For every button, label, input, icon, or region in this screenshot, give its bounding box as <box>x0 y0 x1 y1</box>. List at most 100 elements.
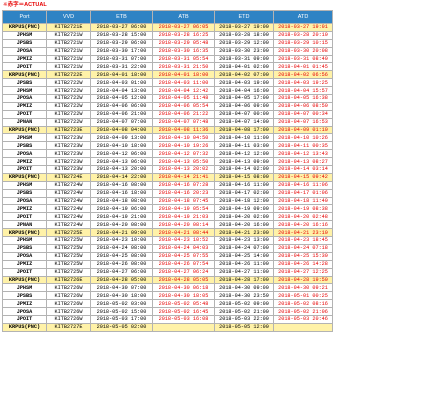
cell-atb: 2018-03-29 05:48 <box>152 38 215 48</box>
cell-etd: 2018-04-13 09:00 <box>214 157 274 167</box>
cell-etd: 2018-04-03 19:00 <box>214 78 274 88</box>
cell-vvd: KITB2722W <box>46 109 91 119</box>
cell-vvd: KITB2724W <box>46 180 91 190</box>
header-vvd: VVD <box>46 10 91 24</box>
cell-etb: 2018-04-23 10:00 <box>90 236 153 245</box>
cell-atd: 2018-04-14 03:14 <box>273 165 333 174</box>
table-row: JPNAN KITB2724W 2018-04-20 08:00 2018-04-20… <box>2 220 333 230</box>
cell-atb: 2018-04-13 05:50 <box>152 157 215 167</box>
cell-vvd: KITB2724W <box>46 196 91 206</box>
cell-vvd: KITB2726W <box>46 314 91 324</box>
cell-port: JPHSM <box>2 86 47 96</box>
table-row: JPOIT KITB2722W 2018-04-06 21:00 2018-04-06… <box>2 109 333 119</box>
cell-vvd: KITB2723W <box>46 165 91 174</box>
cell-port: JPOIT <box>2 165 47 174</box>
cell-atd: 2018-04-28 19:50 <box>273 275 333 285</box>
cell-etb: 2018-04-18 08:00 <box>90 196 153 206</box>
cell-atd: 2018-04-16 11:06 <box>273 180 333 190</box>
cell-port: KRPUS(PNC) <box>2 70 47 80</box>
cell-port: JPSBS <box>2 243 47 253</box>
cell-port: JPSBS <box>2 141 47 151</box>
cell-port: JPHSM <box>2 283 47 293</box>
cell-atb: 2018-04-10 19:26 <box>152 141 215 151</box>
cell-atb: 2018-04-19 05:54 <box>152 204 215 214</box>
table-row: JPOIT KITB2725W 2018-04-27 06:00 2018-04-27… <box>2 267 333 277</box>
cell-atd: 2018-05-02 08:16 <box>273 299 333 309</box>
cell-etd: 2018-04-14 02:00 <box>214 165 274 174</box>
table-row: JPOIT KITB2726W 2018-05-03 17:00 2018-05-03… <box>2 314 333 324</box>
cell-vvd: KITB2722E <box>46 70 91 80</box>
cell-vvd: KITB2726W <box>46 299 91 309</box>
cell-atb: 2018-04-08 11:36 <box>152 125 215 135</box>
table-row: JPHSM KITB2724W 2018-04-16 08:00 2018-04-16… <box>2 180 333 190</box>
cell-etd: 2018-03-27 19:00 <box>214 23 274 32</box>
cell-vvd: KITB2722W <box>46 86 91 96</box>
cell-vvd: KITB2721E <box>46 23 91 32</box>
cell-port: JPSBS <box>2 38 47 48</box>
cell-atb: 2018-04-16 20:23 <box>152 188 215 198</box>
cell-etd: 2018-05-05 12:00 <box>214 322 274 332</box>
cell-vvd: KITB2723W <box>46 149 91 159</box>
cell-etd: 2018-05-03 22:00 <box>214 314 274 324</box>
header-etd: ETD <box>214 10 274 24</box>
cell-vvd: KITB2726W <box>46 307 91 316</box>
cell-atb: 2018-04-07 07:48 <box>152 117 215 127</box>
table-row: JPMIZ KITB2726W 2018-05-02 03:00 2018-05-02… <box>2 299 333 309</box>
cell-atd: 2018-05-03 20:46 <box>273 314 333 324</box>
header-atd: ATD <box>273 10 333 24</box>
cell-atb: 2018-04-30 06:18 <box>152 283 215 293</box>
cell-port: JPMIZ <box>2 259 47 269</box>
cell-etb: 2018-04-27 06:00 <box>90 267 153 277</box>
cell-port: JPOIT <box>2 62 47 72</box>
cell-port: JPNAN <box>2 220 47 230</box>
cell-etb: 2018-04-16 18:00 <box>90 188 153 198</box>
cell-port: JPOIT <box>2 314 47 324</box>
table-row: KRPUS(PNC) KITB2723E 2018-04-08 04:00 2018-… <box>2 125 333 135</box>
legend-note: ※赤字＝ACTUAL <box>3 1 47 9</box>
cell-atb: 2018-04-19 21:03 <box>152 212 215 222</box>
cell-atb: 2018-04-24 04:03 <box>152 243 215 253</box>
cell-etb: 2018-05-05 02:00 <box>90 322 153 332</box>
cell-etb: 2018-04-08 04:00 <box>90 125 153 135</box>
cell-etd: 2018-05-02 21:00 <box>214 307 274 316</box>
cell-atd: 2018-04-04 15:57 <box>273 86 333 96</box>
cell-atb: 2018-04-01 18:00 <box>152 70 215 80</box>
cell-etb: 2018-03-31 07:00 <box>90 54 153 64</box>
cell-port: JPMIZ <box>2 157 47 167</box>
cell-atd: 2018-04-07 16:53 <box>273 117 333 127</box>
cell-etb: 2018-04-24 08:00 <box>90 243 153 253</box>
cell-atd: 2018-03-31 08:40 <box>273 54 333 64</box>
cell-port: JPHSM <box>2 30 47 40</box>
cell-etb: 2018-04-26 08:00 <box>90 259 153 269</box>
table-row: JPSBS KITB2724W 2018-04-16 18:00 2018-04-16… <box>2 188 333 198</box>
cell-port: JPHSM <box>2 180 47 190</box>
cell-atd: 2018-04-15 09:42 <box>273 172 333 182</box>
table-row: KRPUS(PNC) KITB2722E 2018-04-01 18:00 2018-… <box>2 70 333 80</box>
cell-atb: 2018-05-03 16:08 <box>152 314 215 324</box>
table-row: KRPUS(PNC) KITB2724E 2018-04-14 22:00 2018-… <box>2 172 333 182</box>
cell-port: KRPUS(PNC) <box>2 172 47 182</box>
cell-atd: 2018-04-18 11:40 <box>273 196 333 206</box>
cell-etd: 2018-04-28 17:00 <box>214 275 274 285</box>
cell-etd: 2018-04-15 08:00 <box>214 172 274 182</box>
cell-atb: 2018-03-31 21:50 <box>152 62 215 72</box>
cell-port: JPOSA <box>2 196 47 206</box>
cell-etb: 2018-04-07 07:00 <box>90 117 153 127</box>
cell-atb: 2018-04-16 07:28 <box>152 180 215 190</box>
cell-atb: 2018-04-18 07:45 <box>152 196 215 206</box>
cell-port: JPSBS <box>2 291 47 301</box>
cell-port: KRPUS(PNC) <box>2 322 47 332</box>
cell-port: JPOIT <box>2 109 47 119</box>
cell-etd: 2018-04-20 02:00 <box>214 212 274 222</box>
cell-atd: 2018-04-25 15:30 <box>273 251 333 261</box>
table-row: JPMIZ KITB2722W 2018-04-06 06:00 2018-04-06… <box>2 101 333 111</box>
header-atb: ATB <box>152 10 215 24</box>
cell-port: JPHSM <box>2 236 47 245</box>
cell-vvd: KITB2723E <box>46 125 91 135</box>
table-row: JPOIT KITB2721W 2018-03-31 22:00 2018-03-31… <box>2 62 333 72</box>
cell-etd: 2018-03-31 09:00 <box>214 54 274 64</box>
table-row: JPSBS KITB2721W 2018-03-29 06:00 2018-03-29… <box>2 38 333 48</box>
cell-port: JPOSA <box>2 149 47 159</box>
cell-vvd: KITB2722W <box>46 101 91 111</box>
cell-port: JPOSA <box>2 46 47 56</box>
